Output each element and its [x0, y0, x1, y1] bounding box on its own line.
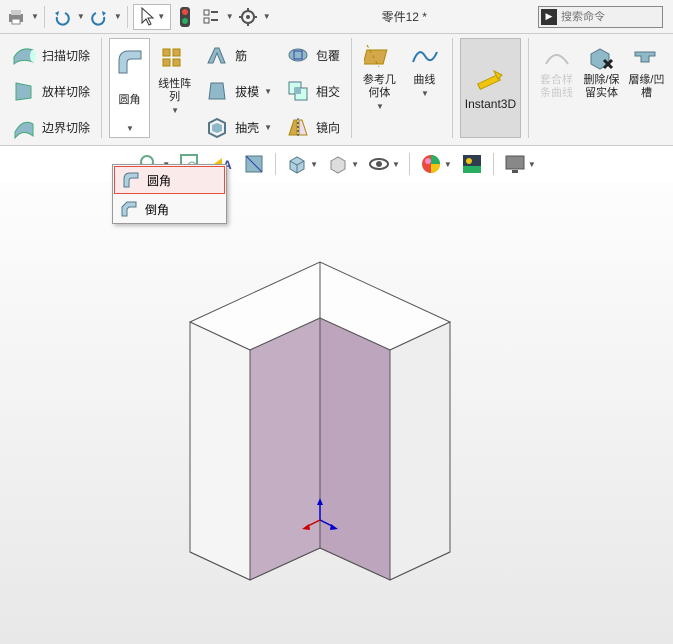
cut-features-group: 扫描切除 放样切除 边界切除: [6, 38, 94, 144]
undo-button[interactable]: [50, 5, 74, 29]
command-search[interactable]: ▶: [538, 6, 663, 28]
dropdown-arrow[interactable]: ▼: [226, 12, 234, 21]
section-view-button[interactable]: [240, 150, 268, 178]
linear-pattern-icon: [160, 46, 190, 76]
graphics-viewport[interactable]: [0, 182, 673, 644]
separator: [409, 153, 410, 175]
instant3d-button[interactable]: Instant3D: [460, 38, 521, 138]
curves-button[interactable]: 曲线 ▼: [404, 38, 445, 138]
rib-button[interactable]: 筋: [203, 40, 272, 70]
mirror-icon: [286, 115, 310, 139]
fillet-icon: [115, 47, 145, 77]
wrap-icon: [286, 43, 310, 67]
separator: [351, 38, 352, 138]
print-button[interactable]: [4, 5, 28, 29]
print-icon: [7, 8, 25, 26]
wrap-button[interactable]: 包覆: [284, 40, 340, 70]
swept-cut-icon: [11, 42, 37, 68]
shell-button[interactable]: 抽壳 ▼: [203, 112, 272, 142]
fillet-button[interactable]: 圆角 ▼: [109, 38, 150, 138]
cursor-icon: [138, 6, 156, 28]
lip-groove-button[interactable]: 層缘/凹 槽: [626, 38, 667, 138]
draft-button[interactable]: 拔模 ▼: [203, 76, 272, 106]
sphere-color-icon: [419, 152, 443, 176]
swept-cut-button[interactable]: 扫描切除: [10, 40, 90, 70]
reference-geometry-button[interactable]: 参考几 何体 ▼: [359, 38, 400, 138]
separator: [275, 153, 276, 175]
select-button[interactable]: ▼: [133, 4, 171, 30]
eye-icon: [367, 152, 391, 176]
separator: [127, 6, 128, 28]
mirror-button[interactable]: 镜向: [284, 112, 340, 142]
traffic-light-icon: [178, 6, 192, 28]
dropdown-arrow[interactable]: ▼: [263, 12, 271, 21]
redo-icon: [90, 8, 108, 26]
command-prompt-icon: ▶: [541, 9, 557, 25]
ribbon-toolbar: 扫描切除 放样切除 边界切除 圆角 ▼ 线性阵 列 ▼ 筋 拔模 ▼: [0, 34, 673, 146]
view-toolbar: ▼ A ▼ ▼ ▼ ▼ ▼: [0, 146, 673, 182]
rib-draft-shell-group: 筋 拔模 ▼ 抽壳 ▼: [199, 38, 276, 144]
cube-icon: [285, 152, 309, 176]
redo-button[interactable]: [87, 5, 111, 29]
fillet-icon: [122, 171, 140, 189]
fit-spline-button: 套合样 条曲线: [536, 38, 577, 138]
dropdown-arrow[interactable]: ▼: [114, 12, 122, 21]
curves-icon: [409, 42, 439, 72]
monitor-icon: [503, 152, 527, 176]
list-check-icon: [202, 8, 220, 26]
rib-icon: [205, 43, 229, 67]
linear-pattern-button[interactable]: 线性阵 列 ▼: [154, 38, 195, 138]
delete-body-icon: [586, 42, 616, 72]
lofted-cut-button[interactable]: 放样切除: [10, 76, 90, 106]
dropdown-arrow[interactable]: ▼: [77, 12, 85, 21]
undo-icon: [53, 8, 71, 26]
delete-keep-body-button[interactable]: 删除/保 留实体: [581, 38, 622, 138]
settings-button[interactable]: [236, 5, 260, 29]
dropdown-arrow[interactable]: ▼: [171, 106, 179, 115]
fit-spline-icon: [542, 42, 572, 72]
dropdown-arrow[interactable]: ▼: [31, 12, 39, 21]
chamfer-menu-item[interactable]: 倒角: [113, 195, 226, 223]
display-style-button[interactable]: ▼: [324, 150, 361, 178]
view-orientation-button[interactable]: ▼: [283, 150, 320, 178]
chamfer-icon: [120, 200, 138, 218]
dropdown-arrow[interactable]: ▼: [126, 124, 134, 133]
shell-icon: [205, 115, 229, 139]
search-input[interactable]: [561, 11, 651, 23]
gear-icon: [239, 8, 257, 26]
quick-access-toolbar: ▼ ▼ ▼ ▼ ▼ ▼ 零件12 * ▶: [0, 0, 673, 34]
separator: [528, 38, 529, 138]
fillet-menu-item[interactable]: 圆角: [114, 166, 225, 194]
document-title: 零件12 *: [273, 8, 536, 25]
scene-button[interactable]: [458, 150, 486, 178]
fillet-dropdown-menu: 圆角 倒角: [112, 164, 227, 224]
hide-show-button[interactable]: ▼: [365, 150, 402, 178]
lip-groove-icon: [631, 42, 661, 72]
wrap-intersect-mirror-group: 包覆 相交 镜向: [280, 38, 344, 144]
separator: [452, 38, 453, 138]
options-list-button[interactable]: [199, 5, 223, 29]
appearance-button[interactable]: ▼: [417, 150, 454, 178]
render-button[interactable]: ▼: [501, 150, 538, 178]
intersect-icon: [286, 79, 310, 103]
reference-geometry-icon: [364, 42, 394, 72]
3d-model: [160, 222, 480, 622]
intersect-button[interactable]: 相交: [284, 76, 340, 106]
draft-icon: [205, 79, 229, 103]
traffic-light-button[interactable]: [173, 5, 197, 29]
section-icon: [242, 152, 266, 176]
boundary-cut-icon: [11, 114, 37, 140]
separator: [44, 6, 45, 28]
display-style-icon: [326, 152, 350, 176]
separator: [493, 153, 494, 175]
separator: [101, 38, 102, 138]
scene-icon: [460, 152, 484, 176]
lofted-cut-icon: [11, 78, 37, 104]
instant3d-icon: [474, 65, 506, 97]
boundary-cut-button[interactable]: 边界切除: [10, 112, 90, 142]
